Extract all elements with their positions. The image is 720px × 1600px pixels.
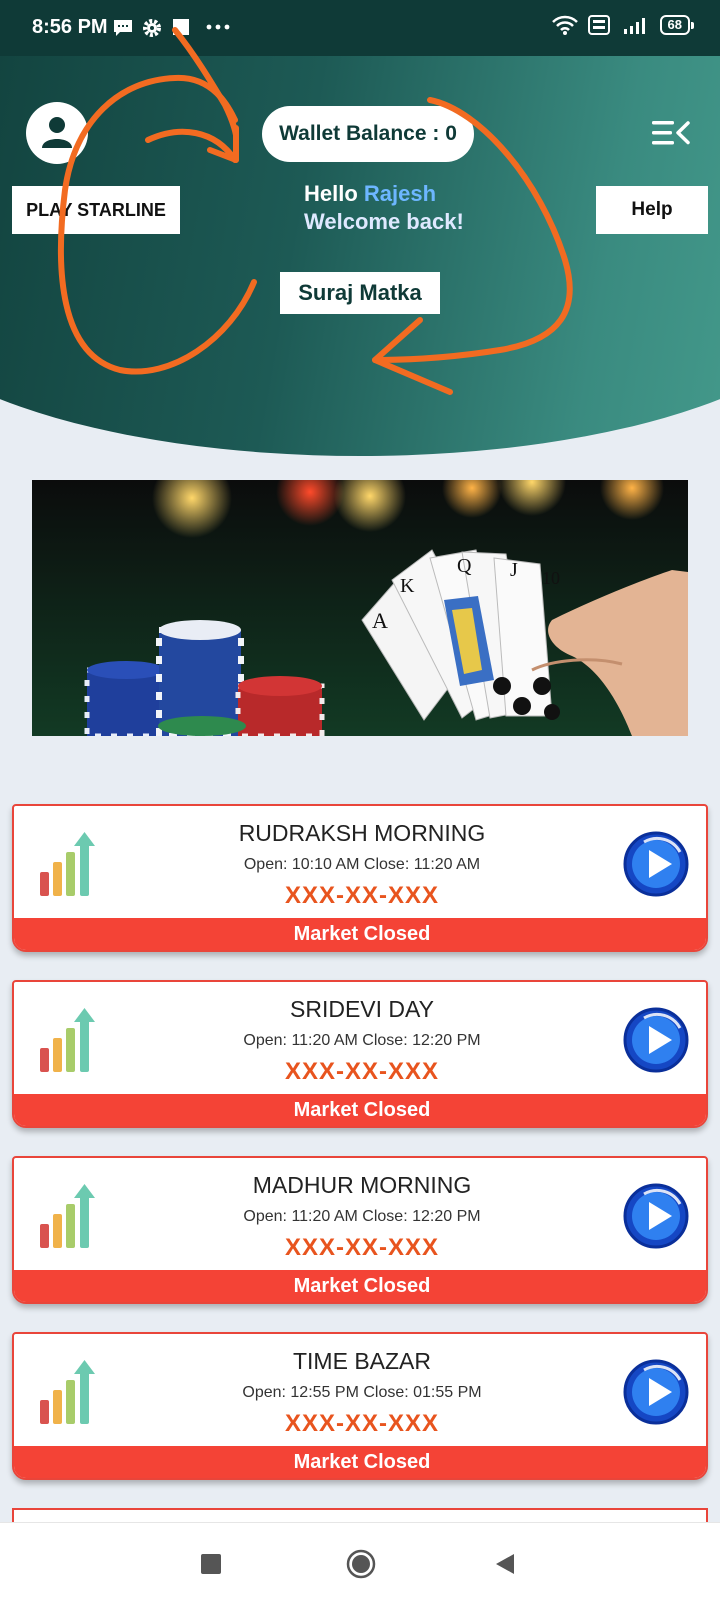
play-icon[interactable] — [622, 1182, 690, 1250]
svg-text:10: 10 — [542, 568, 560, 588]
market-card[interactable]: SRIDEVI DAY Open: 11:20 AM Close: 12:20 … — [12, 980, 708, 1128]
promo-banner: A K Q J 10 — [32, 480, 688, 736]
market-times: Open: 11:20 AM Close: 12:20 PM — [243, 1032, 481, 1049]
market-status: Market Closed — [14, 1446, 706, 1478]
welcome-back-text: Welcome back! — [304, 209, 464, 234]
market-status: Market Closed — [14, 918, 706, 950]
market-times: Open: 10:10 AM Close: 11:20 AM — [243, 856, 481, 873]
status-bar: 8:56 PM 68 — [0, 0, 720, 56]
app-header: Wallet Balance : 0 PLAY STARLINE Help He… — [0, 56, 720, 456]
market-result: XXX-XX-XXX — [284, 1234, 440, 1261]
market-name: RUDRAKSH MORNING — [238, 820, 486, 846]
user-icon — [42, 117, 72, 148]
menu-icon[interactable] — [652, 120, 690, 146]
market-status: Market Closed — [14, 1270, 706, 1302]
volte-icon — [587, 15, 610, 35]
greeting: Hello Rajesh Welcome back! — [304, 180, 464, 236]
market-card[interactable]: RUDRAKSH MORNING Open: 10:10 AM Close: 1… — [12, 804, 708, 952]
system-nav-bar — [0, 1522, 720, 1600]
market-times: Open: 12:55 PM Close: 01:55 PM — [242, 1384, 482, 1401]
recent-apps-icon[interactable] — [200, 1553, 222, 1575]
market-card[interactable]: MADHUR MORNING Open: 11:20 AM Close: 12:… — [12, 1156, 708, 1304]
market-result: XXX-XX-XXX — [284, 882, 440, 909]
home-icon[interactable] — [346, 1549, 376, 1579]
greeting-hello: Hello — [304, 181, 358, 206]
market-status: Market Closed — [14, 1094, 706, 1126]
market-name: MADHUR MORNING — [252, 1172, 472, 1198]
svg-text:A: A — [372, 608, 388, 633]
market-result: XXX-XX-XXX — [284, 1058, 440, 1085]
market-name: SRIDEVI DAY — [290, 996, 434, 1022]
settings-icon — [143, 19, 161, 37]
wifi-icon — [551, 15, 578, 35]
square-icon — [173, 19, 189, 35]
svg-text:J: J — [510, 559, 518, 581]
battery-icon: 68 — [659, 15, 695, 35]
signal-icon — [623, 18, 645, 34]
more-dots-icon — [206, 24, 230, 30]
market-times: Open: 11:20 AM Close: 12:20 PM — [243, 1208, 481, 1225]
wallet-balance[interactable]: Wallet Balance : 0 — [262, 106, 474, 162]
message-icon — [114, 20, 132, 36]
casino-banner-image: A K Q J 10 — [32, 480, 688, 736]
help-button[interactable]: Help — [596, 186, 708, 234]
market-result: XXX-XX-XXX — [284, 1410, 440, 1437]
status-time: 8:56 PM — [32, 16, 108, 38]
user-name: Rajesh — [363, 181, 437, 206]
market-card[interactable]: TIME BAZAR Open: 12:55 PM Close: 01:55 P… — [12, 1332, 708, 1480]
back-icon[interactable] — [494, 1553, 516, 1575]
play-icon[interactable] — [622, 1358, 690, 1426]
svg-text:K: K — [400, 575, 415, 597]
play-starline-button[interactable]: PLAY STARLINE — [12, 186, 180, 234]
svg-text:Q: Q — [457, 555, 472, 577]
profile-button[interactable] — [26, 102, 88, 164]
brand-name: Suraj Matka — [280, 272, 440, 314]
market-name: TIME BAZAR — [292, 1348, 431, 1374]
play-icon[interactable] — [622, 1006, 690, 1074]
play-icon[interactable] — [622, 830, 690, 898]
